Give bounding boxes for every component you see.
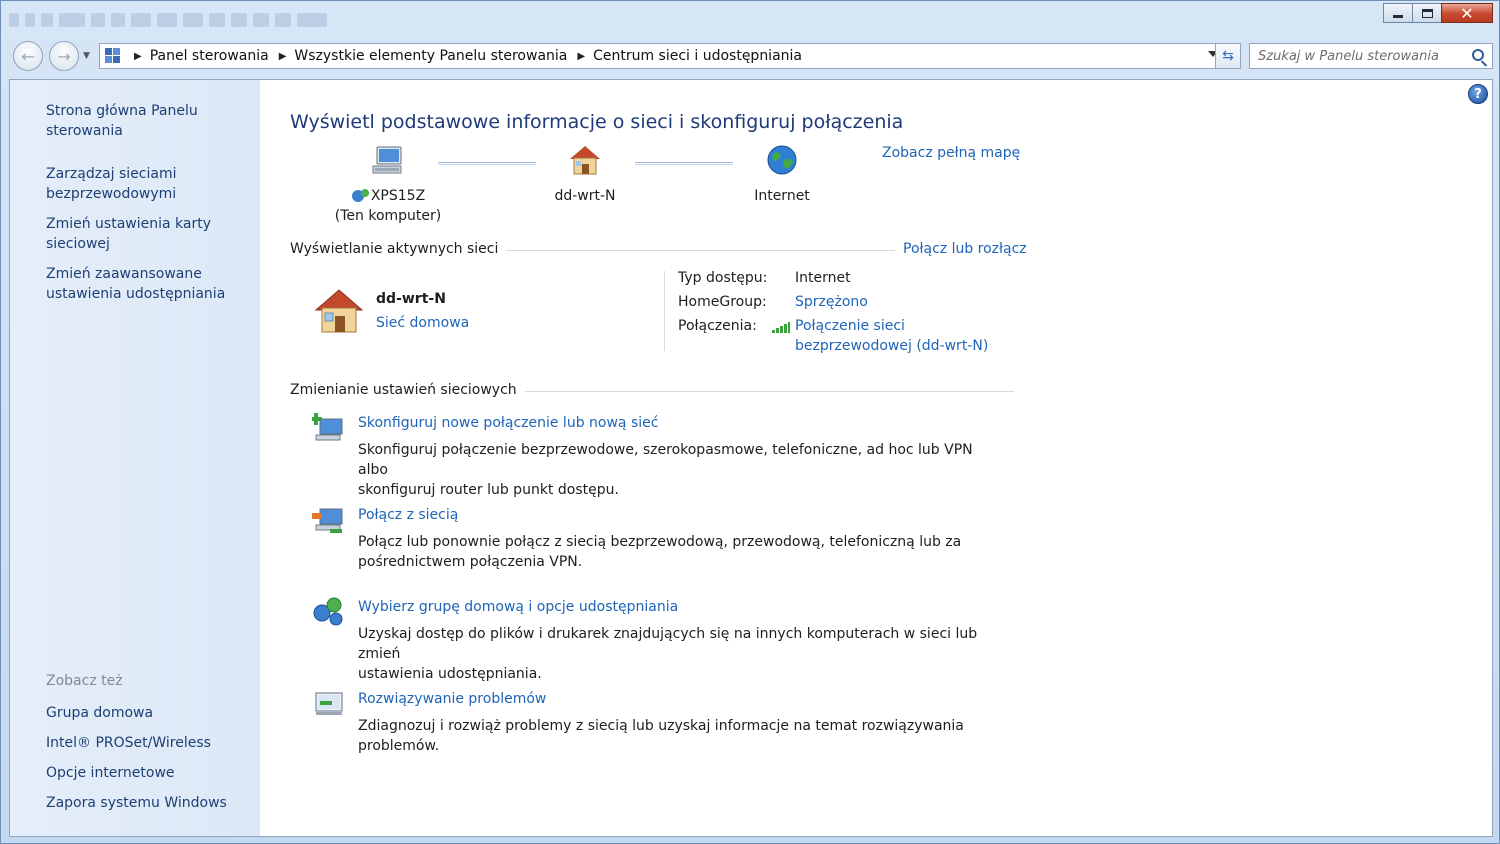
title-bar: ✕ (1, 1, 1499, 39)
see-also-label: Zobacz też (46, 673, 123, 689)
globe-icon (767, 145, 797, 175)
restore-icon (1421, 8, 1433, 18)
task-connect-network-desc: Połącz lub ponownie połącz z siecią bezp… (358, 532, 998, 572)
task-desc-line: Połącz lub ponownie połącz z siecią bezp… (358, 534, 962, 550)
task-troubleshoot-link[interactable]: Rozwiązywanie problemów (358, 691, 546, 707)
navigation-bar: ← → ▼ ▶ Panel sterowania ▶ Wszystkie ele… (9, 39, 1493, 73)
breadcrumb-network-center[interactable]: Centrum sieci i udostępniania (593, 48, 802, 64)
control-panel-icon (104, 47, 124, 65)
troubleshoot-icon (315, 692, 343, 715)
wireless-signal-icon (772, 322, 790, 333)
network-globe-icon (351, 189, 369, 202)
sidebar-link-homegroup[interactable]: Grupa domowa (46, 703, 246, 723)
page-title: Wyświetl podstawowe informacje o sieci i… (290, 111, 904, 133)
homegroup-icon (313, 597, 343, 626)
content-area: Strona główna Panelu sterowania Zarządza… (9, 79, 1493, 837)
internet-label: Internet (754, 188, 810, 204)
task-troubleshoot-desc: Zdiagnozuj i rozwiąż problemy z siecią l… (358, 716, 998, 756)
address-bar[interactable]: ▶ Panel sterowania ▶ Wszystkie elementy … (99, 43, 1223, 69)
connect-disconnect-link[interactable]: Połącz lub rozłącz (895, 241, 1027, 257)
computer-name: XPS15Z (370, 188, 426, 204)
refresh-icon: ⇆ (1222, 48, 1234, 64)
sidebar-link-advanced-sharing[interactable]: Zmień zaawansowane ustawienia udostępnia… (46, 264, 246, 304)
task-homegroup-desc: Uzyskaj dostęp do plików i drukarek znaj… (358, 624, 998, 684)
access-type-value: Internet (795, 270, 851, 286)
minimize-button[interactable] (1383, 3, 1413, 23)
connect-network-icon (312, 508, 343, 533)
sidebar-link-adapter-settings[interactable]: Zmień ustawienia karty sieciowej (46, 214, 246, 254)
computer-subtitle: (Ten komputer) (334, 208, 442, 224)
task-desc-line: ustawienia udostępniania. (358, 666, 542, 682)
task-setup-connection-link[interactable]: Skonfiguruj nowe połączenie lub nową sie… (358, 415, 658, 431)
arrow-right-icon: → (57, 46, 71, 66)
breadcrumb-control-panel[interactable]: Panel sterowania (150, 48, 269, 64)
main-panel: Wyświetl podstawowe informacje o sieci i… (260, 80, 1492, 836)
breadcrumb-arrow-icon[interactable]: ▶ (279, 51, 287, 62)
computer-name-row: XPS15Z (330, 186, 446, 206)
recent-pages-dropdown[interactable]: ▼ (83, 51, 90, 61)
sidebar-link-windows-firewall[interactable]: Zapora systemu Windows (46, 793, 246, 813)
wireless-connection-line1: Połączenie sieci (795, 318, 905, 334)
task-desc-line: Zdiagnozuj i rozwiąż problemy z siecią l… (358, 718, 964, 734)
home-network-icon (570, 146, 600, 175)
sidebar-link-control-panel-home[interactable]: Strona główna Panelu sterowania (46, 101, 246, 141)
connections-label: Połączenia: (678, 318, 757, 334)
search-input[interactable] (1258, 45, 1464, 67)
sidebar: Strona główna Panelu sterowania Zarządza… (10, 80, 260, 836)
home-network-icon (314, 289, 364, 333)
homegroup-link[interactable]: Sprzężono (795, 292, 868, 312)
sidebar-link-internet-options[interactable]: Opcje internetowe (46, 763, 246, 783)
task-setup-connection-desc: Skonfiguruj połączenie bezprzewodowe, sz… (358, 440, 998, 500)
map-node-internet[interactable]: Internet (733, 144, 831, 206)
new-connection-icon (312, 413, 343, 441)
task-desc-line: problemów. (358, 738, 440, 754)
map-connection-line (635, 162, 733, 165)
close-icon: ✕ (1460, 3, 1474, 23)
task-desc-line: skonfiguruj router lub punkt dostępu. (358, 482, 619, 498)
breadcrumb-all-items[interactable]: Wszystkie elementy Panelu sterowania (294, 48, 567, 64)
map-node-router[interactable]: dd-wrt-N (536, 144, 634, 206)
task-connect-network-link[interactable]: Połącz z siecią (358, 507, 458, 523)
view-full-map-link[interactable]: Zobacz pełną mapę (882, 145, 1020, 161)
computer-icon (372, 146, 402, 174)
sidebar-link-intel-proset[interactable]: Intel® PROSet/Wireless (46, 733, 246, 753)
maximize-button[interactable] (1412, 3, 1442, 23)
wireless-connection-line2: bezprzewodowej (dd-wrt-N) (795, 338, 989, 354)
vertical-divider (664, 271, 665, 351)
close-button[interactable]: ✕ (1441, 3, 1493, 23)
network-type-link[interactable]: Sieć domowa (376, 315, 469, 331)
change-settings-heading: Zmienianie ustawień sieciowych (290, 382, 525, 398)
task-desc-line: Skonfiguruj połączenie bezprzewodowe, sz… (358, 442, 973, 478)
forward-button[interactable]: → (49, 41, 79, 71)
active-networks-heading: Wyświetlanie aktywnych sieci (290, 241, 507, 257)
back-button[interactable]: ← (13, 41, 43, 71)
breadcrumb-arrow-icon[interactable]: ▶ (134, 51, 142, 62)
window: ✕ ← → ▼ ▶ Panel sterowania ▶ Wszystkie e… (0, 0, 1500, 844)
breadcrumb-arrow-icon[interactable]: ▶ (577, 51, 585, 62)
search-box[interactable] (1249, 43, 1493, 69)
task-homegroup-link[interactable]: Wybierz grupę domową i opcje udostępnian… (358, 599, 678, 615)
chevron-down-icon: ▼ (83, 51, 90, 61)
refresh-button[interactable]: ⇆ (1215, 43, 1241, 69)
sidebar-link-manage-wireless[interactable]: Zarządzaj sieciami bezprzewodowymi (46, 164, 246, 204)
task-desc-line: Uzyskaj dostęp do plików i drukarek znaj… (358, 626, 978, 662)
router-name: dd-wrt-N (554, 188, 616, 204)
access-type-label: Typ dostępu: (678, 270, 768, 286)
homegroup-label: HomeGroup: (678, 294, 767, 310)
active-network-name: dd-wrt-N (376, 291, 446, 307)
map-connection-line (438, 162, 536, 165)
window-controls: ✕ (1383, 3, 1493, 23)
map-node-computer[interactable]: XPS15Z (Ten komputer) (330, 144, 446, 226)
wireless-connection-link[interactable]: Połączenie sieci bezprzewodowej (dd-wrt-… (795, 316, 988, 356)
minimize-icon (1393, 14, 1403, 18)
task-desc-line: pośrednictwem połączenia VPN. (358, 554, 583, 570)
search-icon[interactable] (1472, 49, 1484, 61)
arrow-left-icon: ← (21, 46, 35, 66)
background-toolbar (9, 9, 327, 31)
